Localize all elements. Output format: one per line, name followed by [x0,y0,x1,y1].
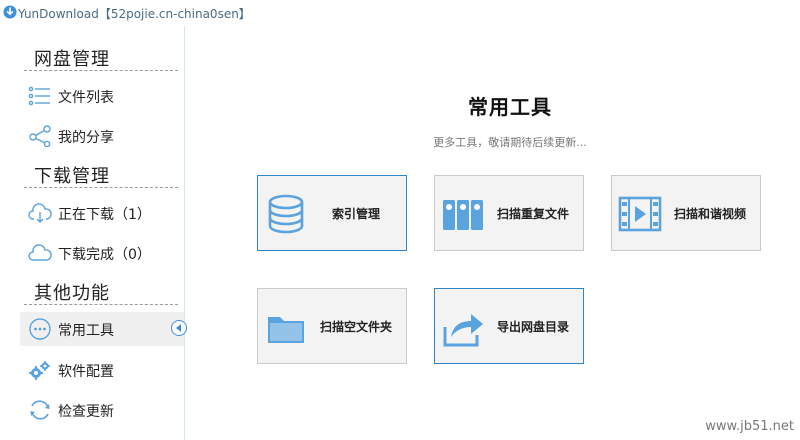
tool-label: 扫描和谐视频 [673,207,746,221]
sidebar-item-check-update[interactable]: 检查更新 [22,393,178,427]
sidebar-item-my-share[interactable]: 我的分享 [22,119,178,153]
sidebar-item-download-complete[interactable]: 下载完成（0） [22,236,178,270]
cloud-download-icon [28,203,52,223]
sidebar-item-downloading[interactable]: 正在下载（1） [22,196,178,230]
refresh-icon [30,400,50,420]
tool-label: 索引管理 [331,207,380,221]
section-header-cloud: 网盘管理 [24,45,178,71]
folder-icon [268,317,304,343]
sidebar-item-settings[interactable]: 软件配置 [22,353,178,387]
sidebar-item-label: 文件列表 [58,90,114,106]
cloud-done-icon [28,244,52,261]
sidebar-item-label: 检查更新 [58,404,114,420]
section-title: 其他功能 [34,283,110,304]
sidebar-item-label: 软件配置 [58,364,114,380]
tool-export-directory-button[interactable]: 导出网盘目录 [434,288,584,364]
tool-label: 扫描空文件夹 [319,320,392,334]
list-icon [28,86,50,106]
more-tools-icon [29,318,51,340]
export-arrow-icon [443,314,483,347]
tool-label: 扫描重复文件 [496,207,569,221]
chevron-left-icon [176,324,181,332]
page-subtitle: 更多工具，敬请期待后续更新... [433,136,587,149]
binders-icon [443,200,483,230]
sidebar-item-common-tools[interactable]: 常用工具 [20,312,184,346]
film-icon [618,196,662,232]
gears-icon [29,361,50,380]
section-title: 下载管理 [34,166,110,187]
sidebar-item-file-list[interactable]: 文件列表 [22,79,178,113]
title-bar: YunDownload【52pojie.cn-china0sen】 [0,0,800,26]
sidebar-item-label: 正在下载（1） [58,207,151,223]
sidebar-item-label: 常用工具 [58,323,114,339]
tool-scan-empty-folders-button[interactable]: 扫描空文件夹 [257,288,407,364]
window-title: YunDownload【52pojie.cn-china0sen】 [18,7,251,21]
app-logo-icon [3,5,17,19]
sidebar-item-label: 下载完成（0） [58,247,151,263]
tool-scan-duplicates-button[interactable]: 扫描重复文件 [434,175,584,251]
tool-label: 导出网盘目录 [496,320,569,334]
tool-scan-video-button[interactable]: 扫描和谐视频 [611,175,761,251]
section-header-other: 其他功能 [24,279,178,305]
tool-index-manage-button[interactable]: 索引管理 [257,175,407,251]
sidebar-divider [184,26,185,440]
collapse-sidebar-button[interactable] [171,320,187,336]
page-title: 常用工具 [468,95,552,119]
section-header-download: 下载管理 [24,162,178,188]
section-title: 网盘管理 [34,49,110,70]
share-icon [29,125,51,147]
sidebar-item-label: 我的分享 [58,130,114,146]
database-icon [268,194,304,234]
watermark: www.jb51.net [705,419,794,434]
